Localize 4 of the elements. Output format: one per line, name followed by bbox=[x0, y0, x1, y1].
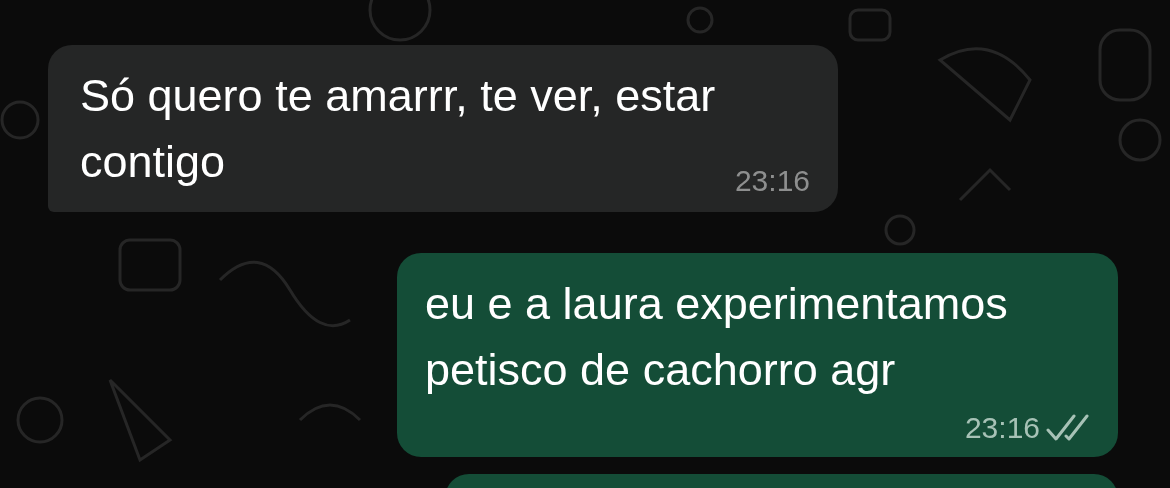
message-text: Só quero te amarrr, te ver, estar contigo bbox=[80, 69, 717, 189]
message-text: eu e a laura experimentamos petisco de cachorro agr bbox=[425, 277, 1009, 397]
message-time: 23:16 bbox=[734, 164, 810, 198]
message-time: 23:16 bbox=[964, 411, 1040, 445]
